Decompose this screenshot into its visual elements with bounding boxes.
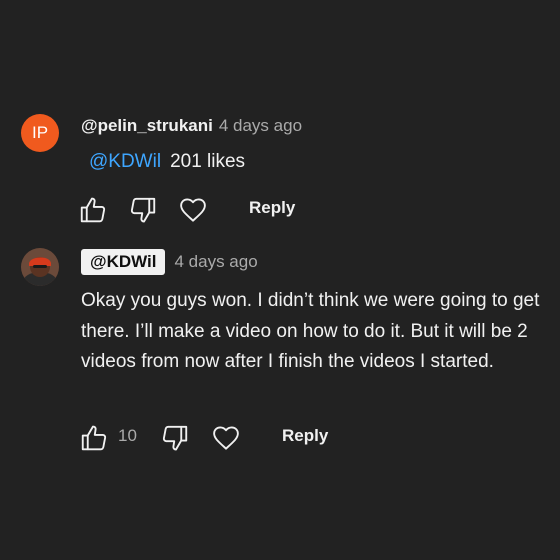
like-count: 10 (118, 426, 137, 445)
mention-link[interactable]: @KDWil (89, 151, 161, 172)
comment-timestamp[interactable]: 4 days ago (219, 116, 302, 136)
reply-button[interactable]: Reply (282, 426, 328, 446)
comment-author[interactable]: @pelin_strukani (81, 116, 213, 136)
comment-timestamp[interactable]: 4 days ago (174, 252, 257, 272)
comment-body: Okay you guys won. I didn’t think we wer… (81, 290, 540, 372)
avatar-initials: IP (31, 123, 49, 142)
heart-icon[interactable] (178, 195, 208, 225)
user-avatar-photo-icon (21, 248, 59, 286)
creator-username-chip[interactable]: @KDWil (81, 249, 166, 275)
thumbs-down-icon[interactable] (128, 195, 158, 225)
comment-header: @KDWil 4 days ago (81, 249, 258, 275)
comment-actions: Reply (0, 192, 560, 232)
reply-button[interactable]: Reply (249, 198, 295, 218)
heart-icon[interactable] (211, 423, 241, 453)
comment-header: @pelin_strukani 4 days ago (81, 116, 302, 136)
comment-text: @KDWil 201 likes (89, 151, 245, 173)
thumbs-up-icon[interactable] (78, 195, 108, 225)
comment-body: 201 likes (170, 151, 246, 172)
avatar[interactable]: IP (21, 114, 59, 152)
comment-actions: 10 Reply (0, 420, 560, 460)
thumbs-up-icon[interactable] (79, 423, 109, 453)
thumbs-down-icon[interactable] (160, 423, 190, 453)
avatar[interactable] (21, 248, 59, 286)
